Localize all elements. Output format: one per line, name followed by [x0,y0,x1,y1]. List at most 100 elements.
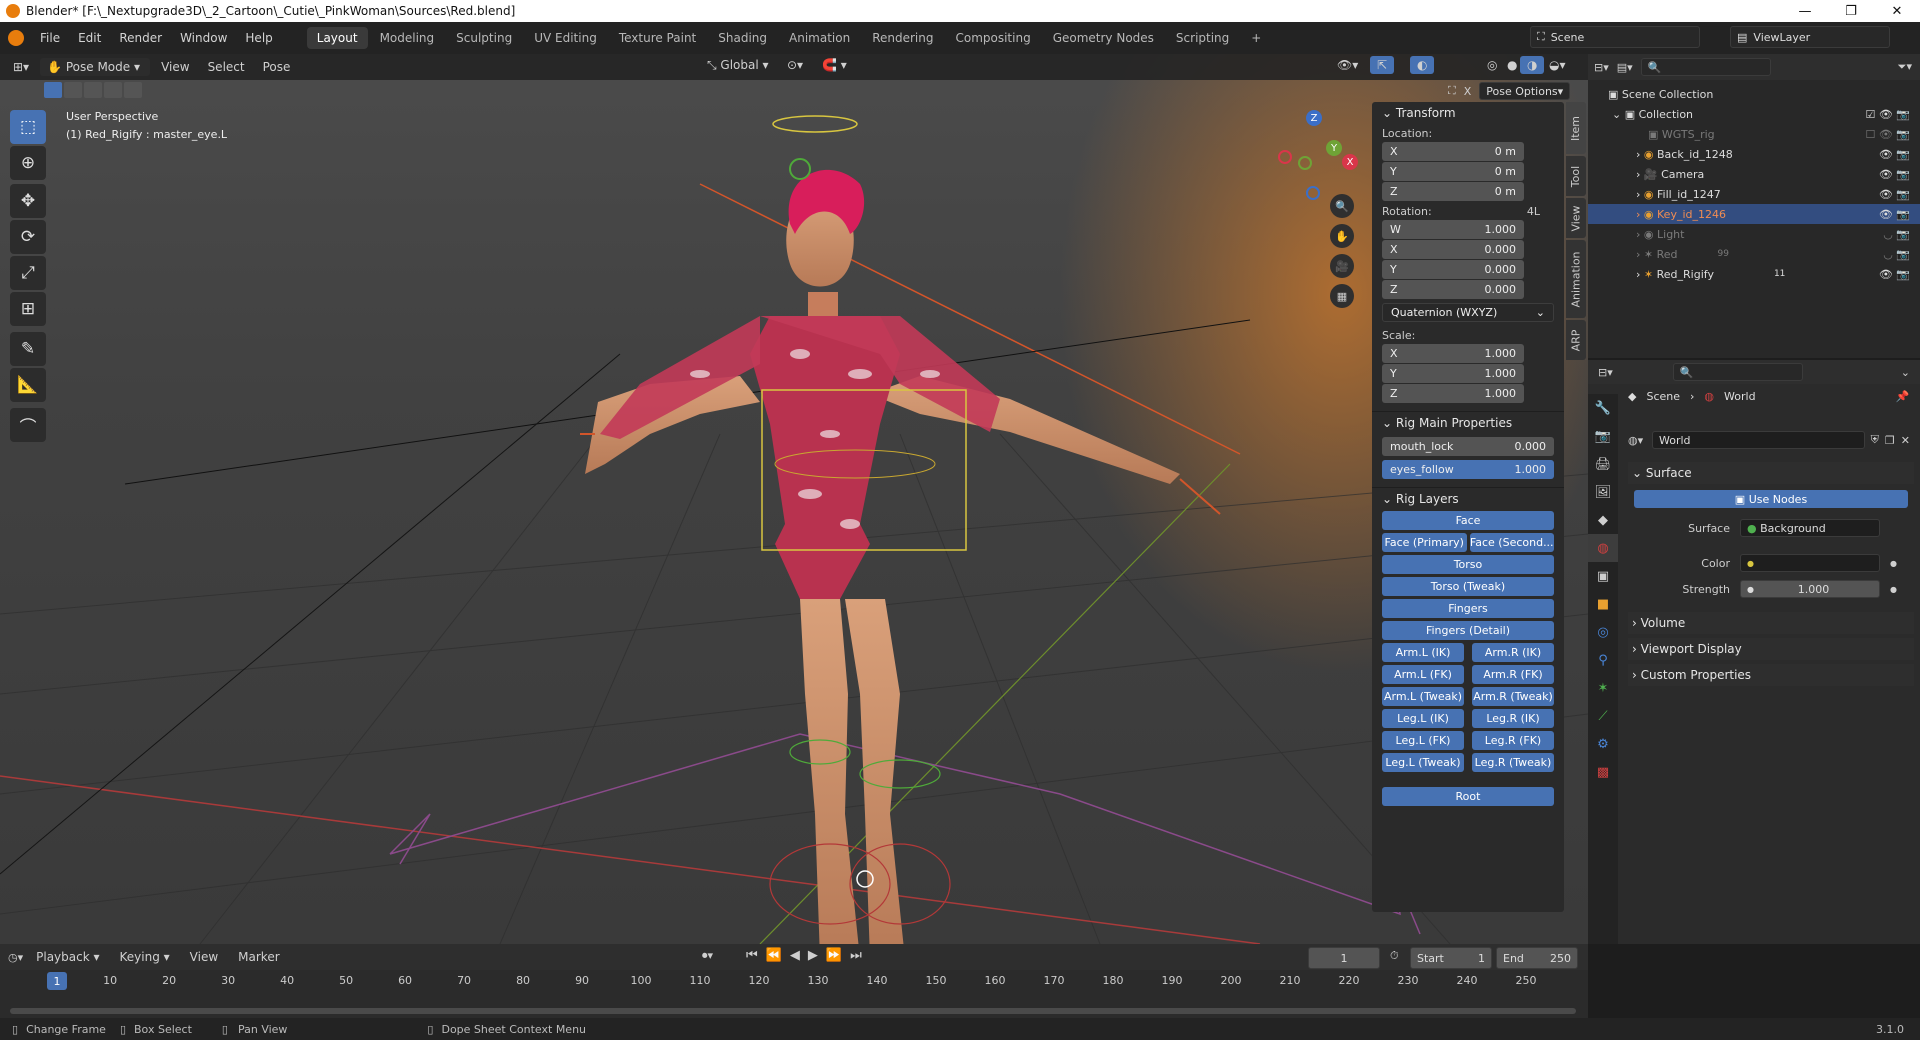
mode-selector[interactable]: ✋ Pose Mode ▾ [40,58,151,76]
hidden-eye-icon[interactable]: ◡ 📷 [1883,248,1910,261]
scale-z-field[interactable]: Z 1.000 [1382,384,1524,403]
timeline-scrollbar[interactable] [10,1008,1576,1014]
close-window-button[interactable]: ✕ [1874,0,1920,22]
tab-view[interactable]: View [1566,198,1586,238]
play-reverse-icon[interactable]: ◀ [790,948,800,963]
playhead-frame-indicator[interactable]: 1 [47,972,67,990]
pin-icon[interactable]: 📌 [1896,390,1910,403]
world-tab-icon[interactable]: ◍ [1588,534,1618,562]
menu-edit[interactable]: Edit [70,28,109,48]
outliner-row-fill-light[interactable]: › ◉ Fill_id_1247 👁 📷 [1588,184,1920,204]
collection-tab-icon[interactable]: ▣ [1588,562,1618,590]
world-browse-icon[interactable]: ◍▾ [1628,434,1652,447]
outliner-editor-icon[interactable]: ⊟▾ [1594,61,1609,74]
workspace-tab-texture-paint[interactable]: Texture Paint [609,27,706,49]
camera-view-icon[interactable]: 🎥 [1330,254,1354,278]
outliner-row-red-rigify[interactable]: › ✶ Red_Rigify 11 👁 📷 [1588,264,1920,284]
tab-arp[interactable]: ARP [1566,320,1586,360]
options-chevron-icon[interactable]: ⌄ [1901,366,1910,379]
workspace-tab-geometry-nodes[interactable]: Geometry Nodes [1043,27,1164,49]
rotation-y-field[interactable]: Y 0.000 [1382,260,1524,279]
overlay-toggle-icon[interactable]: ◐ [1410,56,1435,74]
rig-layers-panel-header[interactable]: ⌄ Rig Layers [1372,487,1564,509]
select-intersect-icon[interactable] [124,82,142,98]
transform-panel-header[interactable]: ⌄ Transform [1372,102,1564,124]
layer-fingers-button[interactable]: Fingers [1382,599,1554,618]
end-frame-field[interactable]: End 250 [1496,947,1578,969]
render-properties-tab-icon[interactable]: 📷 [1588,422,1618,450]
workspace-tab-animation[interactable]: Animation [779,27,860,49]
gizmo-z-axis[interactable]: Z [1306,110,1322,126]
frame-ruler[interactable]: 1 10 20 30 40 50 60 70 80 90 100 110 120 130 140 150 160… [0,970,1588,992]
outliner-row-wgts-rig[interactable]: ▣ WGTS_rig ☐ 👁 📷 [1588,124,1920,144]
timeline-menu-marker[interactable]: Marker [231,948,286,966]
workspace-tab-modeling[interactable]: Modeling [370,27,445,49]
volume-panel-header[interactable]: › Volume [1628,612,1914,634]
keyframe-dot-icon[interactable]: ● [1890,559,1897,568]
timeline-menu-playback[interactable]: Playback ▾ [29,948,106,966]
eyes-follow-slider[interactable]: eyes_follow 1.000 [1382,460,1554,479]
pan-hand-icon[interactable]: ✋ [1330,224,1354,248]
annotate-tool[interactable]: ✎ [10,332,46,366]
layer-arm-l-ik-button[interactable]: Arm.L (IK) [1382,643,1464,662]
properties-editor-icon[interactable]: ⊟▾ [1598,366,1613,379]
scale-y-field[interactable]: Y 1.000 [1382,364,1524,383]
layer-torso-tweak-button[interactable]: Torso (Tweak) [1382,577,1554,596]
layer-leg-r-ik-button[interactable]: Leg.R (IK) [1472,709,1554,728]
viewport-menu-view[interactable]: View [154,58,196,76]
rotate-tool[interactable]: ⟳ [10,220,46,254]
gizmo-x-axis[interactable]: X [1342,154,1358,170]
visibility-eye-icon[interactable]: 👁 📷 [1879,188,1910,201]
use-nodes-button[interactable]: ▣ Use Nodes [1634,490,1908,508]
tab-animation[interactable]: Animation [1566,240,1586,318]
snap-icon[interactable]: 🧲 ▾ [815,56,854,74]
preview-range-icon[interactable]: ⏱ [1390,949,1399,963]
timeline-menu-view[interactable]: View [183,948,225,966]
transform-orientation-selector[interactable]: ⤡ Global ▾ [700,56,776,75]
layer-arm-l-fk-button[interactable]: Arm.L (FK) [1382,665,1464,684]
workspace-tab-compositing[interactable]: Compositing [945,27,1040,49]
display-mode-icon[interactable]: ▤▾ [1617,61,1633,74]
layer-face-secondary-button[interactable]: Face (Second... [1469,533,1554,552]
gizmo-neg-z[interactable] [1306,186,1320,200]
select-box-tool[interactable]: ⬚ [10,110,46,144]
location-x-field[interactable]: X0 m [1382,142,1524,161]
tool-properties-tab-icon[interactable]: 🔧 [1588,394,1618,422]
gizmo-neg-x[interactable] [1278,150,1292,164]
viewlayer-selector[interactable]: ▤ ViewLayer [1730,26,1890,48]
layer-fingers-detail-button[interactable]: Fingers (Detail) [1382,621,1554,640]
outliner-row-camera[interactable]: › 🎥 Camera 👁 📷 [1588,164,1920,184]
rotation-z-field[interactable]: Z 0.000 [1382,280,1524,299]
visibility-eye-icon[interactable]: ☐ 👁 📷 [1865,128,1910,141]
visibility-eye-icon[interactable]: 👁 📷 [1879,268,1910,281]
rig-main-panel-header[interactable]: ⌄ Rig Main Properties [1372,411,1564,433]
maximize-button[interactable]: ❐ [1828,0,1874,22]
add-workspace-icon[interactable]: + [1241,27,1271,49]
3d-viewport[interactable]: ⊞▾ ✋ Pose Mode ▾ View Select Pose ⤡ Glob… [0,54,1588,944]
select-new-icon[interactable] [44,82,62,98]
select-extend-icon[interactable] [64,82,82,98]
scale-x-field[interactable]: X 1.000 [1382,344,1524,363]
menu-window[interactable]: Window [172,28,235,48]
surface-shader-selector[interactable]: ● Background [1740,519,1880,537]
menu-help[interactable]: Help [237,28,280,48]
world-color-swatch[interactable]: ● [1740,554,1880,572]
navigation-gizmo[interactable]: Z Y X [1270,110,1360,200]
world-strength-field[interactable]: ● 1.000 [1740,580,1880,598]
bone-tab-icon[interactable]: ⟋ [1588,702,1618,730]
viewport-menu-select[interactable]: Select [201,58,252,76]
measure-tool[interactable]: 📐 [10,368,46,402]
world-name-field[interactable]: World [1652,431,1865,449]
mouth-lock-slider[interactable]: mouth_lock 0.000 [1382,437,1554,456]
rotation-w-field[interactable]: W 1.000 [1382,220,1524,239]
select-subtract-icon[interactable] [84,82,102,98]
viewport-menu-pose[interactable]: Pose [256,58,298,76]
visibility-eye-icon[interactable]: 👁 📷 [1879,208,1910,221]
visibility-eye-icon[interactable]: 👁 📷 [1879,148,1910,161]
layer-torso-button[interactable]: Torso [1382,555,1554,574]
outliner-scene-collection[interactable]: ▣ Scene Collection [1588,84,1920,104]
menu-render[interactable]: Render [111,28,170,48]
timeline-editor-icon[interactable]: ◷▾ [8,951,23,964]
layer-face-button[interactable]: Face [1382,511,1554,530]
scene-tab-icon[interactable]: ◆ [1588,506,1618,534]
